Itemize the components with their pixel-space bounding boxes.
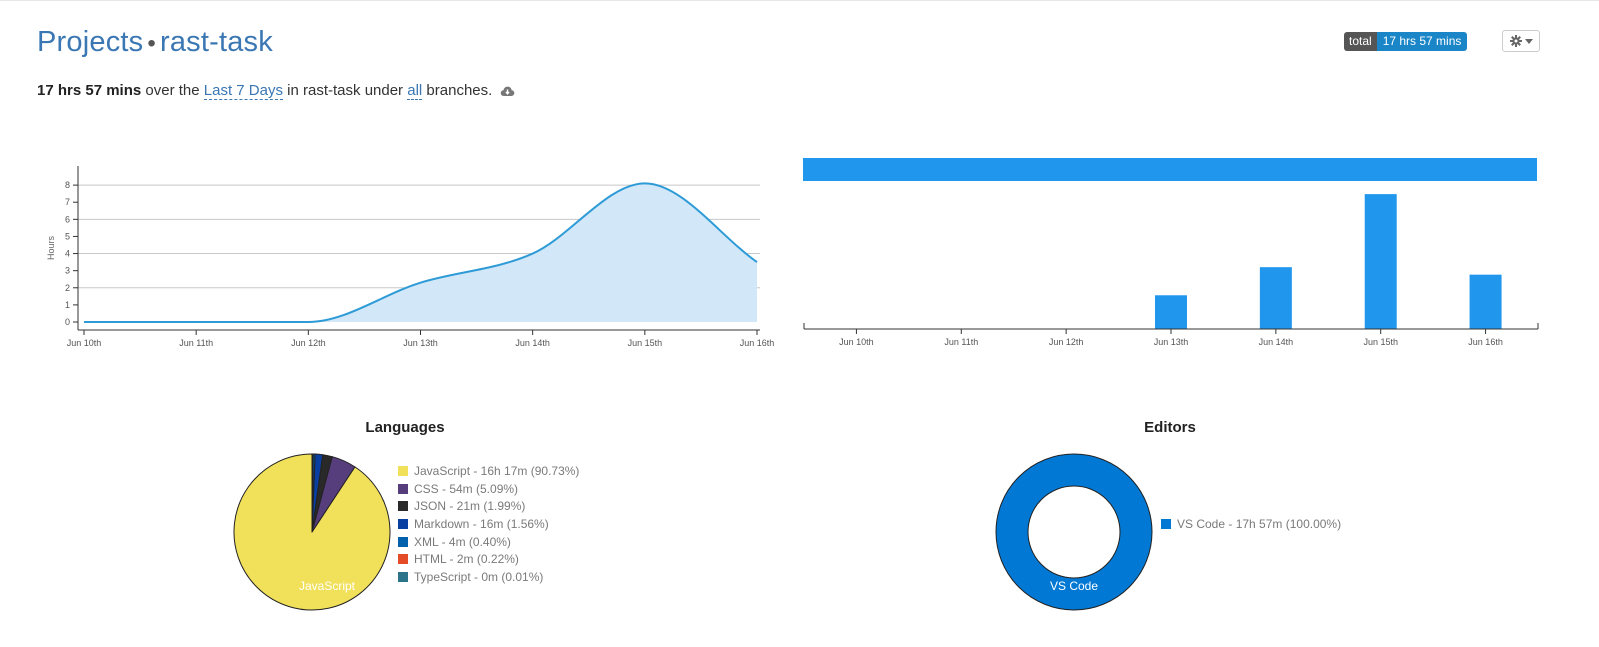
legend-item[interactable]: XML - 4m (0.40%) [398,533,579,551]
languages-pie-chart: JavaScript [233,453,391,611]
hours-area-chart: 0 1 2 3 4 5 6 7 8 Jun 10th Jun 11th Jun 12th Jun 13t… [46,166,775,348]
editors-legend: VS Code - 17h 57m (100.00%) [1161,515,1341,533]
area-fill [84,183,757,322]
summary-text-end: branches. [426,82,493,99]
x-tick-label: Jun 16th [740,338,775,348]
legend-label: VS Code - 17h 57m (100.00%) [1177,516,1342,531]
y-tick-label: 8 [65,180,70,190]
x-tick-label: Jun 10th [839,337,874,347]
x-tick-label: Jun 12th [291,338,326,348]
x-tick-label: Jun 13th [403,338,438,348]
editors-donut-chart: VS Code [995,453,1153,611]
legend-item[interactable]: VS Code - 17h 57m (100.00%) [1161,515,1341,533]
x-tick-label: Jun 11th [944,337,978,347]
summary-total: 17 hrs 57 mins [37,82,142,99]
legend-label: JavaScript - 16h 17m (90.73%) [414,463,580,478]
slice-label: JavaScript [299,579,356,593]
x-tick-label: Jun 13th [1154,337,1189,347]
badge-label: total [1344,32,1377,51]
x-tick-label: Jun 14th [1259,337,1294,347]
legend-label: TypeScript - 0m (0.01%) [414,569,544,584]
legend-swatch [398,518,408,529]
summary-text-over: over the [145,82,200,99]
y-tick-label: 2 [65,283,70,293]
cloud-download-icon[interactable] [500,84,515,101]
caret-down-icon [1524,38,1533,44]
legend-swatch [398,536,408,547]
y-tick-label: 4 [65,249,70,259]
x-tick-label: Jun 16th [1468,337,1503,347]
legend-item[interactable]: Markdown - 16m (1.56%) [398,515,579,533]
bar [1364,194,1397,329]
date-range-link[interactable]: Last 7 Days [203,82,283,100]
y-axis-label: Hours [46,236,56,261]
legend-item[interactable]: HTML - 2m (0.22%) [398,550,579,568]
y-tick-label: 0 [65,317,70,327]
legend-label: JSON - 21m (1.99%) [414,499,526,514]
legend-label: XML - 4m (0.40%) [414,534,511,549]
total-time-badge: total 17 hrs 57 mins [1344,32,1468,51]
legend-swatch [398,501,408,512]
donut-inner-edge [1027,485,1121,579]
editors-title: Editors [1144,419,1196,436]
legend-item[interactable]: JSON - 21m (1.99%) [398,497,579,515]
legend-label: Markdown - 16m (1.56%) [414,516,549,531]
legend-label: HTML - 2m (0.22%) [414,552,519,567]
legend-item[interactable]: TypeScript - 0m (0.01%) [398,568,579,586]
badge-value: 17 hrs 57 mins [1376,32,1468,51]
legend-swatch [398,571,408,582]
summary-text-in: in rast-task under [287,82,404,99]
y-tick-label: 7 [65,197,70,207]
y-tick-label: 6 [65,214,70,224]
pie-slice[interactable] [996,454,1152,610]
y-tick-label: 3 [65,266,70,276]
top-divider [0,0,1599,1]
gear-icon [1509,35,1522,47]
y-tick-label: 5 [65,231,70,241]
legend-swatch [398,465,408,476]
x-tick-label: Jun 15th [1363,337,1398,347]
x-tick-label: Jun 15th [628,338,663,348]
breadcrumb-separator: • [147,30,156,57]
legend-item[interactable]: CSS - 54m (5.09%) [398,480,579,498]
legend-item[interactable]: JavaScript - 16h 17m (90.73%) [398,462,579,480]
page-title: Projects • rast-task [37,26,273,59]
project-name: rast-task [159,26,273,58]
legend-swatch [1161,518,1171,529]
settings-dropdown-button[interactable] [1502,30,1540,52]
breadcrumb-projects-link[interactable]: Projects [37,26,143,58]
languages-legend: JavaScript - 16h 17m (90.73%) CSS - 54m (… [398,462,579,586]
bar [1259,267,1292,329]
branches-link[interactable]: all [407,82,423,100]
daily-bar-chart: Jun 10th Jun 11th Jun 12th Jun 13th Jun 14th… [803,158,1539,347]
languages-title: Languages [365,419,445,436]
y-tick-label: 1 [65,300,70,310]
bar-chart-header-band [803,158,1537,181]
x-tick-label: Jun 10th [67,338,102,348]
x-tick-label: Jun 12th [1049,337,1084,347]
bar [1155,295,1187,329]
x-tick-label: Jun 11th [179,338,213,348]
legend-swatch [398,554,408,565]
summary-line: 17 hrs 57 mins over the Last 7 Days in r… [37,82,515,101]
slice-label: VS Code [1050,579,1098,593]
x-tick-label: Jun 14th [515,338,550,348]
legend-swatch [398,483,408,494]
legend-label: CSS - 54m (5.09%) [414,481,519,496]
bar [1469,274,1502,329]
